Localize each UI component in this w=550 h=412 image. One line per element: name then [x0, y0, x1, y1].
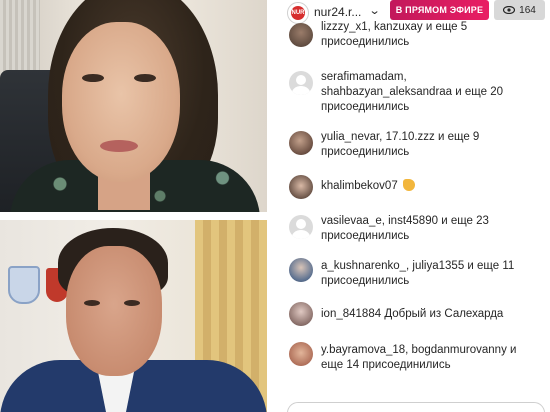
- chevron-down-icon[interactable]: ⌄: [369, 4, 381, 17]
- coat-of-arms-icon: [8, 266, 40, 304]
- avatar[interactable]: [289, 302, 313, 326]
- comment-text: и еще 5: [422, 21, 468, 33]
- host-video-feed: [0, 0, 267, 212]
- comment-text: и еще 11: [464, 260, 515, 272]
- comment-username[interactable]: y.bayramova_18, bogdanmurovanny: [321, 344, 507, 356]
- avatar[interactable]: [289, 342, 313, 366]
- comment-text-cont: присоединились: [321, 230, 410, 242]
- avatar[interactable]: [289, 23, 313, 47]
- account-handle[interactable]: nur24.r...: [314, 5, 361, 19]
- default-avatar-icon[interactable]: [289, 71, 313, 95]
- comment-text-cont: присоединились: [321, 36, 410, 48]
- comment-text: и еще 9: [434, 131, 480, 143]
- avatar[interactable]: [289, 131, 313, 155]
- host-lips: [100, 140, 138, 152]
- comment-text: и: [506, 344, 517, 356]
- guest-face: [66, 246, 162, 376]
- viewer-count: 164: [519, 4, 536, 16]
- comment-username-cont[interactable]: shahbazyan_aleksandraa и еще 20: [321, 86, 503, 98]
- guest-video-feed: [0, 220, 267, 412]
- comment-input[interactable]: [287, 402, 545, 412]
- guest-eye-left: [84, 300, 100, 306]
- comment-text-cont: еще 14 присоединились: [321, 359, 451, 371]
- video-area: [0, 0, 275, 412]
- comment-text: Добрый из Салехарда: [381, 308, 504, 320]
- comment-text-cont: присоединились: [321, 275, 410, 287]
- window-blinds: [0, 0, 40, 80]
- host-face: [62, 22, 180, 182]
- guest-eye-right: [124, 300, 140, 306]
- clapping-hands-icon: [402, 179, 415, 191]
- comment-username[interactable]: serafimamadam,: [321, 71, 407, 83]
- comment-username[interactable]: khalimbekov07: [321, 180, 398, 192]
- comment-username[interactable]: yulia_nevar, 17.10.zzz: [321, 131, 435, 143]
- live-badge: В ПРЯМОМ ЭФИРЕ: [390, 0, 489, 20]
- host-eye-right: [134, 74, 156, 82]
- comment-username[interactable]: lizzzy_x1, kanzuxay: [321, 21, 423, 33]
- avatar[interactable]: [289, 258, 313, 282]
- viewer-count-badge[interactable]: 164: [494, 0, 545, 20]
- live-comments-panel: NUR nur24.r... ⌄ В ПРЯМОМ ЭФИРЕ 164 lizz…: [275, 0, 550, 412]
- comment-text-cont: присоединились: [321, 101, 410, 113]
- eye-icon: [503, 6, 516, 14]
- avatar[interactable]: [289, 175, 313, 199]
- comment-username[interactable]: ion_841884: [321, 308, 381, 320]
- comment-text-cont: присоединились: [321, 146, 410, 158]
- comment-text: и еще 23: [438, 215, 489, 227]
- host-eye-left: [82, 74, 104, 82]
- comment-username[interactable]: vasilevaa_e, inst45890: [321, 215, 438, 227]
- comment-username[interactable]: a_kushnarenko_, juliya1355: [321, 260, 464, 272]
- account-avatar[interactable]: NUR: [287, 2, 309, 24]
- default-avatar-icon[interactable]: [289, 215, 313, 239]
- brand-logo-icon: NUR: [291, 6, 305, 20]
